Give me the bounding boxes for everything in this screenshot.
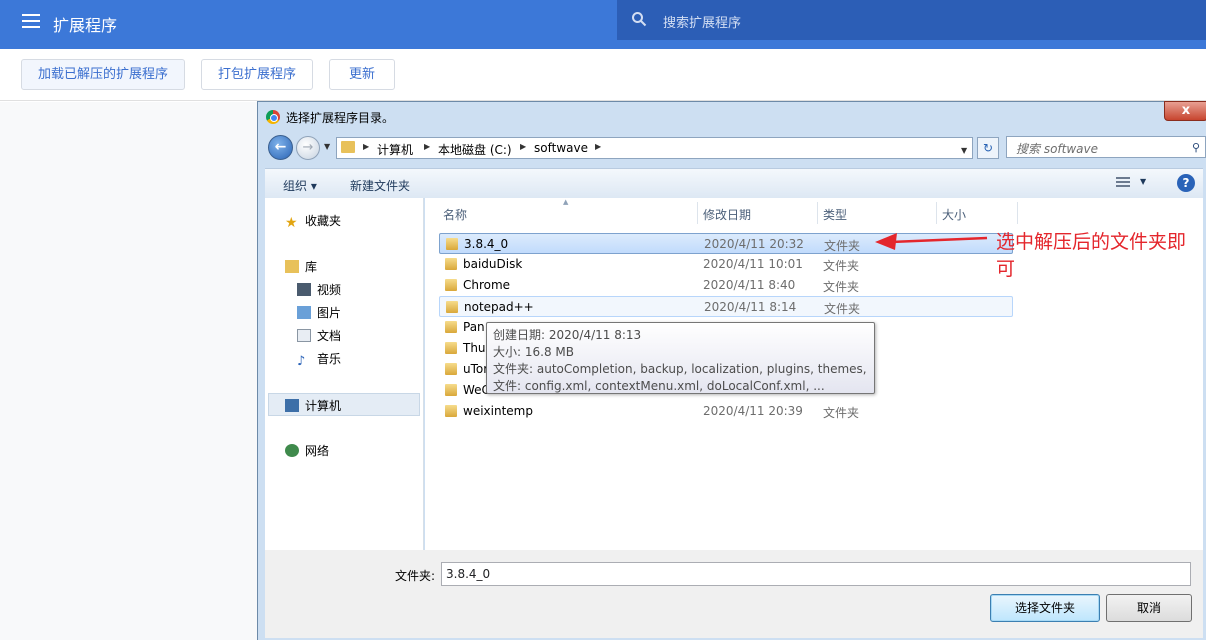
folder-info-tooltip: 创建日期: 2020/4/11 8:13 大小: 16.8 MB 文件夹: au…	[486, 322, 875, 394]
picture-icon	[297, 306, 311, 319]
folder-name-input[interactable]: 3.8.4_0	[441, 562, 1191, 586]
annotation-text: 选中解压后的文件夹即可	[996, 231, 1187, 280]
nav-computer[interactable]: 计算机	[268, 393, 420, 416]
back-arrow-icon[interactable]: ←	[268, 135, 293, 160]
chevron-right-icon[interactable]: ▶	[424, 142, 430, 151]
nav-network[interactable]: 网络	[285, 442, 329, 459]
search-icon	[632, 12, 647, 27]
sort-arrow-icon: ▲	[563, 198, 569, 206]
nav-documents[interactable]: 文档	[297, 327, 341, 344]
refresh-icon[interactable]: ↻	[977, 137, 999, 159]
file-row-baidudisk[interactable]: baiduDisk 2020/4/11 10:01 文件夹	[439, 254, 1013, 275]
tooltip-size: 大小: 16.8 MB	[493, 345, 574, 359]
folder-icon	[445, 405, 457, 417]
nav-favorites[interactable]: ★ 收藏夹	[285, 212, 341, 231]
search-icon: ⚲	[1191, 141, 1200, 154]
extensions-header: 扩展程序 搜索扩展程序	[0, 0, 1206, 49]
nav-pictures[interactable]: 图片	[297, 304, 341, 321]
chrome-icon	[266, 110, 280, 124]
update-button[interactable]: 更新	[329, 59, 395, 90]
file-row-chrome[interactable]: Chrome 2020/4/11 8:40 文件夹	[439, 275, 1013, 296]
view-options-icon[interactable]	[1116, 177, 1130, 189]
chevron-right-icon[interactable]: ▶	[595, 142, 601, 151]
network-icon	[285, 444, 299, 457]
extensions-toolbar: 加载已解压的扩展程序 打包扩展程序 更新	[0, 49, 1206, 101]
page-title: 扩展程序	[53, 16, 118, 35]
pack-extension-button[interactable]: 打包扩展程序	[201, 59, 313, 90]
load-unpacked-button[interactable]: 加载已解压的扩展程序	[21, 59, 185, 90]
nav-music[interactable]: ♪ 音乐	[297, 350, 341, 369]
address-dropdown-icon[interactable]: ▼	[961, 146, 967, 155]
view-dropdown-icon[interactable]: ▼	[1140, 177, 1146, 186]
dialog-titlebar[interactable]: 选择扩展程序目录。 x	[258, 101, 1206, 132]
nav-library[interactable]: 库	[285, 258, 317, 275]
folder-icon	[445, 384, 457, 396]
library-icon	[285, 260, 299, 273]
tooltip-folders: 文件夹: autoCompletion, backup, localizatio…	[493, 362, 868, 376]
column-size[interactable]: 大小	[942, 206, 966, 223]
column-divider[interactable]	[936, 202, 937, 224]
address-bar[interactable]: ▶ 计算机 ▶ 本地磁盘 (C:) ▶ softwave ▶	[336, 137, 973, 159]
folder-icon	[445, 363, 457, 375]
folder-icon	[446, 301, 458, 313]
folder-icon	[445, 258, 457, 270]
nav-videos[interactable]: 视频	[297, 281, 341, 298]
folder-icon	[445, 342, 457, 354]
folder-search-placeholder: 搜索 softwave	[1016, 142, 1098, 156]
navigation-pane: ★ 收藏夹 库 视频 图片 文档 ♪ 音乐 计算机 网络	[265, 198, 424, 550]
annotation-arrow-icon	[875, 233, 988, 250]
column-divider[interactable]	[1017, 202, 1018, 224]
folder-icon	[445, 279, 457, 291]
new-folder-button[interactable]: 新建文件夹	[350, 177, 410, 194]
cancel-button[interactable]: 取消	[1106, 594, 1192, 622]
chevron-right-icon[interactable]: ▶	[520, 142, 526, 151]
column-divider[interactable]	[697, 202, 698, 224]
extensions-search-input[interactable]: 搜索扩展程序	[617, 0, 1206, 40]
video-icon	[297, 283, 311, 296]
file-row-notepadpp[interactable]: notepad++ 2020/4/11 8:14 文件夹	[439, 296, 1013, 317]
computer-icon	[285, 399, 299, 412]
column-date[interactable]: 修改日期	[703, 206, 751, 223]
select-folder-button[interactable]: 选择文件夹	[990, 594, 1100, 622]
breadcrumb-local-disk[interactable]: 本地磁盘 (C:)	[438, 141, 512, 158]
help-icon[interactable]: ?	[1177, 174, 1195, 192]
column-type[interactable]: 类型	[823, 206, 847, 223]
breadcrumb-computer[interactable]: 计算机	[377, 141, 413, 158]
star-icon: ★	[285, 215, 298, 231]
tooltip-created: 创建日期: 2020/4/11 8:13	[493, 328, 642, 342]
history-dropdown-icon[interactable]: ▼	[324, 142, 330, 151]
document-icon	[297, 329, 311, 342]
organize-menu[interactable]: 组织 ▾	[283, 177, 317, 194]
command-bar: 组织 ▾ 新建文件夹 ▼ ?	[265, 168, 1203, 198]
folder-search-input[interactable]: 搜索 softwave ⚲	[1006, 136, 1206, 158]
search-placeholder: 搜索扩展程序	[663, 16, 742, 31]
folder-icon	[445, 321, 457, 333]
forward-arrow-icon[interactable]: →	[296, 136, 320, 160]
column-divider[interactable]	[817, 202, 818, 224]
breadcrumb-softwave[interactable]: softwave	[534, 141, 588, 155]
file-row-weixintemp[interactable]: weixintemp 2020/4/11 20:39 文件夹	[439, 401, 1013, 422]
menu-icon[interactable]	[22, 14, 40, 28]
folder-icon	[446, 238, 458, 250]
music-icon: ♪	[297, 354, 306, 369]
folder-icon	[341, 141, 355, 153]
dialog-title: 选择扩展程序目录。	[286, 111, 395, 125]
column-name[interactable]: 名称	[443, 206, 467, 223]
chevron-right-icon[interactable]: ▶	[363, 142, 369, 151]
folder-label: 文件夹:	[395, 569, 436, 583]
close-button[interactable]: x	[1164, 101, 1206, 121]
tooltip-files: 文件: config.xml, contextMenu.xml, doLocal…	[493, 379, 825, 393]
dialog-footer: 文件夹: 3.8.4_0 选择文件夹 取消	[265, 550, 1203, 638]
navigation-bar: ← → ▼ ▶ 计算机 ▶ 本地磁盘 (C:) ▶ softwave ▶ ▼ ↻…	[258, 132, 1206, 164]
